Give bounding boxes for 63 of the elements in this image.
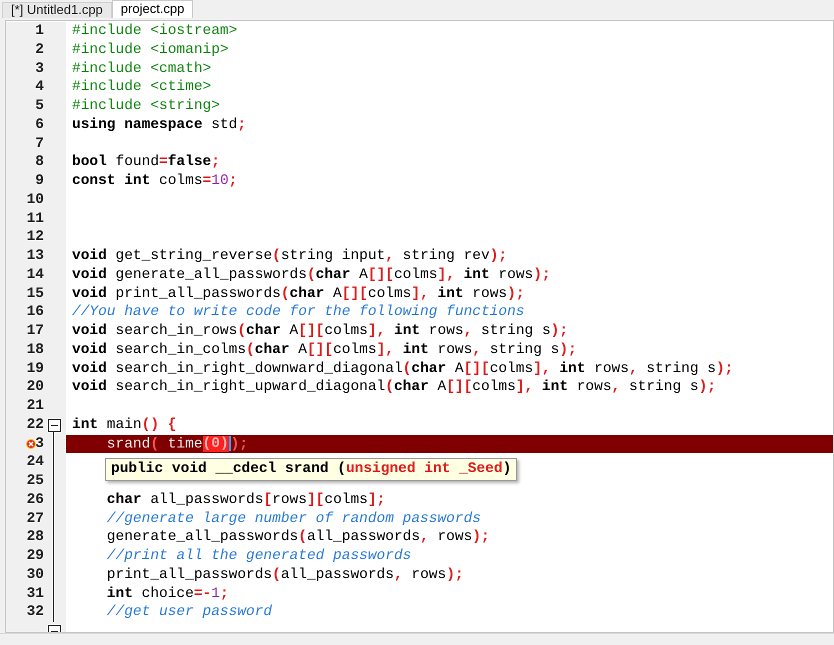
line-number: 7 — [35, 136, 44, 152]
line-number: 13 — [26, 249, 44, 264]
line-number: 4 — [35, 80, 44, 95]
line-number: 2 — [35, 42, 44, 58]
code-line: //get user password — [106, 605, 272, 620]
collapse-icon[interactable] — [48, 418, 60, 432]
line-number: 28 — [26, 530, 44, 545]
line-number: 11 — [26, 212, 44, 226]
code-line: void print_all_passwords(char A[][colms], int rows); — [72, 286, 525, 302]
line-number: 6 — [35, 118, 44, 132]
line-number: 10 — [26, 192, 44, 208]
line-number: 5 — [35, 99, 44, 114]
line-number: 31 — [26, 586, 44, 602]
code-editor[interactable] — [5, 20, 834, 633]
line-number: 3 — [35, 436, 44, 452]
error-icon — [26, 438, 36, 449]
line-number: 12 — [26, 230, 44, 245]
line-number: 24 — [26, 455, 44, 470]
code-line: generate_all_passwords(all_passwords, rows); — [106, 530, 490, 545]
code-line: #include <string> — [72, 99, 220, 114]
line-number: 20 — [26, 380, 44, 395]
code-line: int choice=-1; — [106, 586, 229, 602]
code-line: //generate large number of random passwords — [106, 512, 481, 526]
code-line: //You have to write code for the following functions — [72, 305, 524, 320]
code-line: void generate_all_passwords(char A[][colms], int rows); — [72, 268, 551, 282]
code-line: const int colms=10; — [72, 174, 238, 189]
code-line: void search_in_rows(char A[][colms], int rows, string s); — [72, 324, 568, 339]
line-number: 29 — [26, 549, 44, 564]
line-number: 26 — [26, 492, 44, 508]
code-line: #include <iostream> — [72, 24, 238, 39]
line-number: 8 — [35, 155, 44, 170]
code-line: void get_string_reverse(string input, string rev); — [72, 249, 508, 264]
code-line: print_all_passwords(all_passwords, rows); — [106, 568, 464, 582]
code-line: bool found=false; — [72, 155, 220, 170]
code-line: void search_in_right_downward_diagonal(char A[][colms], int rows, string s); — [72, 362, 734, 376]
code-line: void search_in_right_upward_diagonal(char A[][colms], int rows, string s); — [72, 380, 716, 395]
line-number: 14 — [26, 268, 44, 282]
line-number: 19 — [26, 362, 44, 376]
code-line: srand( time(0)); — [106, 436, 248, 452]
line-number: 25 — [26, 474, 44, 489]
line-number: 15 — [26, 286, 44, 302]
line-number: 16 — [26, 305, 44, 320]
line-number: 9 — [35, 174, 44, 189]
line-number: 3 — [35, 62, 44, 76]
code-line: //print all the generated passwords — [106, 549, 412, 564]
code-line: #include <cmath> — [72, 62, 212, 76]
file-tab[interactable]: [*] Untitled1.cpp — [2, 2, 112, 18]
line-number: 30 — [26, 568, 44, 582]
line-number: 32 — [26, 605, 44, 620]
code-line: char all_passwords[rows][colms]; — [106, 492, 386, 508]
line-number: 22 — [26, 418, 44, 432]
code-line: #include <iomanip> — [72, 42, 229, 58]
line-number: 18 — [26, 342, 44, 358]
signature-tooltip: public void __cdecl srand (unsigned int _Seed) — [105, 458, 518, 481]
line-number: 21 — [26, 399, 44, 414]
code-line: #include <ctime> — [72, 80, 212, 95]
code-line: using namespace std; — [72, 118, 246, 132]
line-number: 17 — [26, 324, 44, 339]
file-tab[interactable]: project.cpp — [112, 0, 194, 18]
code-line: int main() { — [72, 418, 176, 432]
line-number: 1 — [35, 24, 44, 39]
line-number: 27 — [26, 512, 44, 526]
code-line: void search_in_colms(char A[][colms], int rows, string s); — [72, 342, 577, 358]
